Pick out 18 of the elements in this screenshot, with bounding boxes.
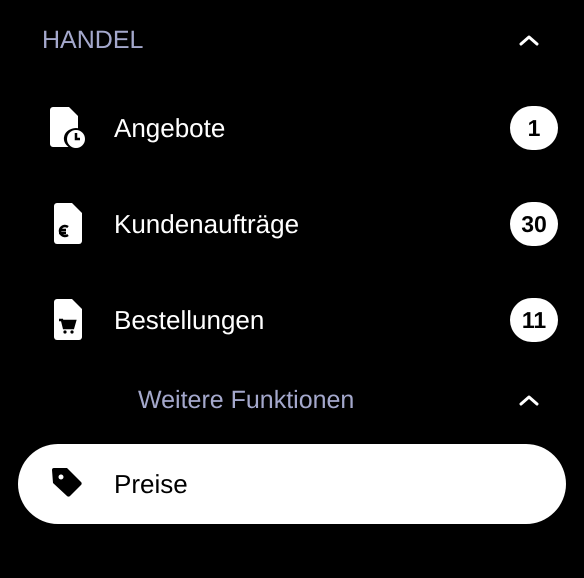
count-badge: 11 — [510, 298, 558, 342]
menu-item[interactable]: Kundenaufträge 30 — [18, 184, 566, 264]
menu-item[interactable]: Preise — [18, 444, 566, 524]
menu-item[interactable]: Angebote 1 — [18, 88, 566, 168]
menu-item[interactable]: Bestellungen 11 — [18, 280, 566, 360]
count-badge: 30 — [510, 202, 558, 246]
menu-item-label: Angebote — [114, 112, 226, 144]
subsection-header[interactable]: Weitere Funktionen — [18, 380, 566, 420]
menu-item-label: Preise — [114, 468, 189, 500]
chevron-up-icon[interactable] — [518, 393, 540, 407]
section-header[interactable]: HANDEL — [18, 18, 566, 62]
menu-item-label: Kundenaufträge — [114, 208, 300, 240]
menu-item-label: Bestellungen — [114, 304, 266, 336]
count-badge: 1 — [510, 106, 558, 150]
document-clock-icon — [48, 106, 88, 150]
chevron-up-icon[interactable] — [518, 33, 540, 47]
subsection-title: Weitere Funktionen — [138, 386, 354, 414]
section-title: HANDEL — [42, 26, 144, 54]
